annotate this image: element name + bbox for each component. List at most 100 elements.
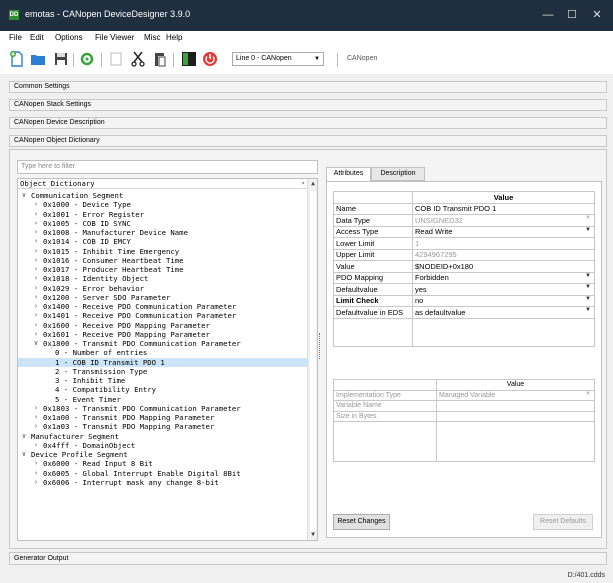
- chevron-right-icon[interactable]: ›: [32, 478, 40, 487]
- chevron-right-icon[interactable]: ›: [32, 422, 40, 431]
- save-icon[interactable]: [53, 51, 69, 67]
- section-device-description[interactable]: CANopen Device Description: [9, 117, 607, 129]
- minimize-button[interactable]: —: [537, 5, 559, 25]
- tree-row[interactable]: › 0x6006 - Interrupt mask any change 8-bi…: [18, 478, 308, 487]
- section-object-dictionary[interactable]: CANopen Object Dictionary: [9, 135, 607, 147]
- attribute-value[interactable]: as defaultvalue ▼: [412, 306, 595, 319]
- tree-row[interactable]: › 0x6000 - Read Input 8 Bit: [18, 459, 308, 468]
- scroll-thumb[interactable]: [310, 191, 316, 531]
- tree-row[interactable]: › 0x1803 - Transmit PDO Communication Par…: [18, 404, 308, 413]
- chevron-right-icon[interactable]: ›: [32, 219, 40, 228]
- tree-row[interactable]: › 0x4fff - DomainObject: [18, 441, 308, 450]
- tree-row[interactable]: › 0x1016 - Consumer Heartbeat Time: [18, 256, 308, 265]
- chevron-right-icon[interactable]: ›: [32, 459, 40, 468]
- attribute-value[interactable]: $NODEID+0x180: [412, 260, 595, 273]
- chevron-right-icon[interactable]: ›: [32, 311, 40, 320]
- chevron-right-icon[interactable]: ›: [32, 228, 40, 237]
- chevron-right-icon[interactable]: ›: [32, 237, 40, 246]
- paste-icon[interactable]: [152, 51, 168, 67]
- tree-row[interactable]: › 0x1400 - Receive PDO Communication Para…: [18, 302, 308, 311]
- chevron-right-icon[interactable]: ›: [32, 302, 40, 311]
- tree-row[interactable]: ∨ Device Profile Segment: [18, 450, 308, 459]
- blank-icon[interactable]: [108, 51, 124, 67]
- maximize-button[interactable]: ☐: [561, 5, 583, 25]
- tree-row[interactable]: 2 - Transmission Type: [18, 367, 308, 376]
- tree-scrollbar[interactable]: ▲ ▼: [307, 179, 317, 540]
- tree-row[interactable]: › 0x1001 - Error Register: [18, 210, 308, 219]
- chevron-right-icon[interactable]: ›: [32, 293, 40, 302]
- tree-row[interactable]: › 0x1017 - Producer Heartbeat Time: [18, 265, 308, 274]
- tree-row[interactable]: › 0x1601 - Receive PDO Mapping Parameter: [18, 330, 308, 339]
- tree-row[interactable]: › 0x1029 - Error behavior: [18, 284, 308, 293]
- chevron-right-icon[interactable]: ›: [32, 413, 40, 422]
- menu-help[interactable]: Help: [166, 33, 182, 42]
- chevron-right-icon[interactable]: ›: [32, 284, 40, 293]
- chevron-down-icon[interactable]: ▼: [585, 227, 591, 233]
- tree-row[interactable]: › 0x1200 - Server SDO Parameter: [18, 293, 308, 302]
- chevron-right-icon[interactable]: ›: [32, 321, 40, 330]
- menu-edit[interactable]: Edit: [30, 33, 44, 42]
- tree-header[interactable]: Object Dictionary ▾: [18, 179, 308, 189]
- tree-row[interactable]: › 0x1018 - Identity Object: [18, 274, 308, 283]
- attribute-value[interactable]: Forbidden ▼: [412, 271, 595, 284]
- tab-description[interactable]: Description: [371, 167, 425, 181]
- tree-row[interactable]: › 0x1014 - COB ID EMCY: [18, 237, 308, 246]
- attribute-value[interactable]: no ▼: [412, 294, 595, 307]
- tree-row[interactable]: 5 - Event Timer: [18, 395, 308, 404]
- chevron-right-icon[interactable]: ›: [32, 330, 40, 339]
- reset-changes-button[interactable]: Reset Changes: [333, 514, 390, 530]
- attribute-value[interactable]: yes ▼: [412, 283, 595, 296]
- menu-options[interactable]: Options: [55, 33, 83, 42]
- chevron-down-icon[interactable]: ∨: [32, 339, 40, 348]
- section-common-settings[interactable]: Common Settings: [9, 81, 607, 93]
- menu-file-viewer[interactable]: File Viewer: [95, 33, 134, 42]
- menu-misc[interactable]: Misc: [144, 33, 160, 42]
- tab-attributes[interactable]: Attributes: [326, 167, 371, 182]
- new-file-icon[interactable]: [9, 51, 25, 67]
- settings-icon[interactable]: [79, 51, 95, 67]
- power-icon[interactable]: [202, 51, 218, 67]
- tree-row[interactable]: 4 - Compatibility Entry: [18, 385, 308, 394]
- tree-row[interactable]: › 0x1015 - Inhibit Time Emergency: [18, 247, 308, 256]
- chevron-down-icon[interactable]: ▼: [585, 284, 591, 290]
- chevron-down-icon[interactable]: ∨: [20, 450, 28, 459]
- attribute-value[interactable]: COB ID Transmit PDO 1: [412, 202, 595, 215]
- chevron-right-icon[interactable]: ›: [32, 200, 40, 209]
- section-generator-output[interactable]: Generator Output: [9, 552, 607, 565]
- tree-row[interactable]: › 0x1a00 - Transmit PDO Mapping Parameter: [18, 413, 308, 422]
- tree-row[interactable]: 0 - Number of entries: [18, 348, 308, 357]
- chevron-right-icon[interactable]: ›: [32, 441, 40, 450]
- tree-row[interactable]: › 0x1008 - Manufacturer Device Name: [18, 228, 308, 237]
- chevron-down-icon[interactable]: ▼: [585, 273, 591, 279]
- cut-icon[interactable]: [130, 51, 146, 67]
- menu-file[interactable]: File: [9, 33, 22, 42]
- chevron-down-icon[interactable]: ▼: [585, 307, 591, 313]
- device-icon[interactable]: [181, 51, 197, 67]
- tree-row[interactable]: › 0x1600 - Receive PDO Mapping Parameter: [18, 321, 308, 330]
- reset-defaults-button[interactable]: Reset Defaults: [533, 514, 593, 530]
- tree-row[interactable]: 1 - COB ID Transmit PDO 1: [18, 357, 308, 367]
- chevron-right-icon[interactable]: ›: [32, 404, 40, 413]
- tree-row[interactable]: › 0x1000 - Device Type: [18, 200, 308, 209]
- tree-row[interactable]: ∨ 0x1800 - Transmit PDO Communication Par…: [18, 339, 308, 348]
- chevron-down-icon[interactable]: ∨: [20, 191, 28, 200]
- scroll-down-icon[interactable]: ▼: [308, 530, 317, 540]
- chevron-down-icon[interactable]: ∨: [20, 432, 28, 441]
- tree-row[interactable]: ∨ Manufacturer Segment: [18, 432, 308, 441]
- chevron-right-icon[interactable]: ›: [32, 210, 40, 219]
- tree-row[interactable]: › 0x1401 - Receive PDO Communication Para…: [18, 311, 308, 320]
- chevron-right-icon[interactable]: ›: [32, 265, 40, 274]
- section-stack-settings[interactable]: CANopen Stack Settings: [9, 99, 607, 111]
- scroll-up-icon[interactable]: ▲: [308, 179, 317, 189]
- chevron-right-icon[interactable]: ›: [32, 274, 40, 283]
- chevron-right-icon[interactable]: ›: [32, 256, 40, 265]
- open-folder-icon[interactable]: [30, 51, 46, 67]
- attribute-value[interactable]: Read Write ▼: [412, 225, 595, 238]
- chevron-right-icon[interactable]: ›: [32, 469, 40, 478]
- panel-splitter[interactable]: [319, 333, 321, 359]
- tree-row[interactable]: › 0x1005 - COB ID SYNC: [18, 219, 308, 228]
- tree-row[interactable]: › 0x6005 - Global Interrupt Enable Digita…: [18, 469, 308, 478]
- tree-row[interactable]: 3 - Inhibit Time: [18, 376, 308, 385]
- tree-row[interactable]: › 0x1a03 - Transmit PDO Mapping Parameter: [18, 422, 308, 431]
- tree-row[interactable]: ∨ Communication Segment: [18, 191, 308, 200]
